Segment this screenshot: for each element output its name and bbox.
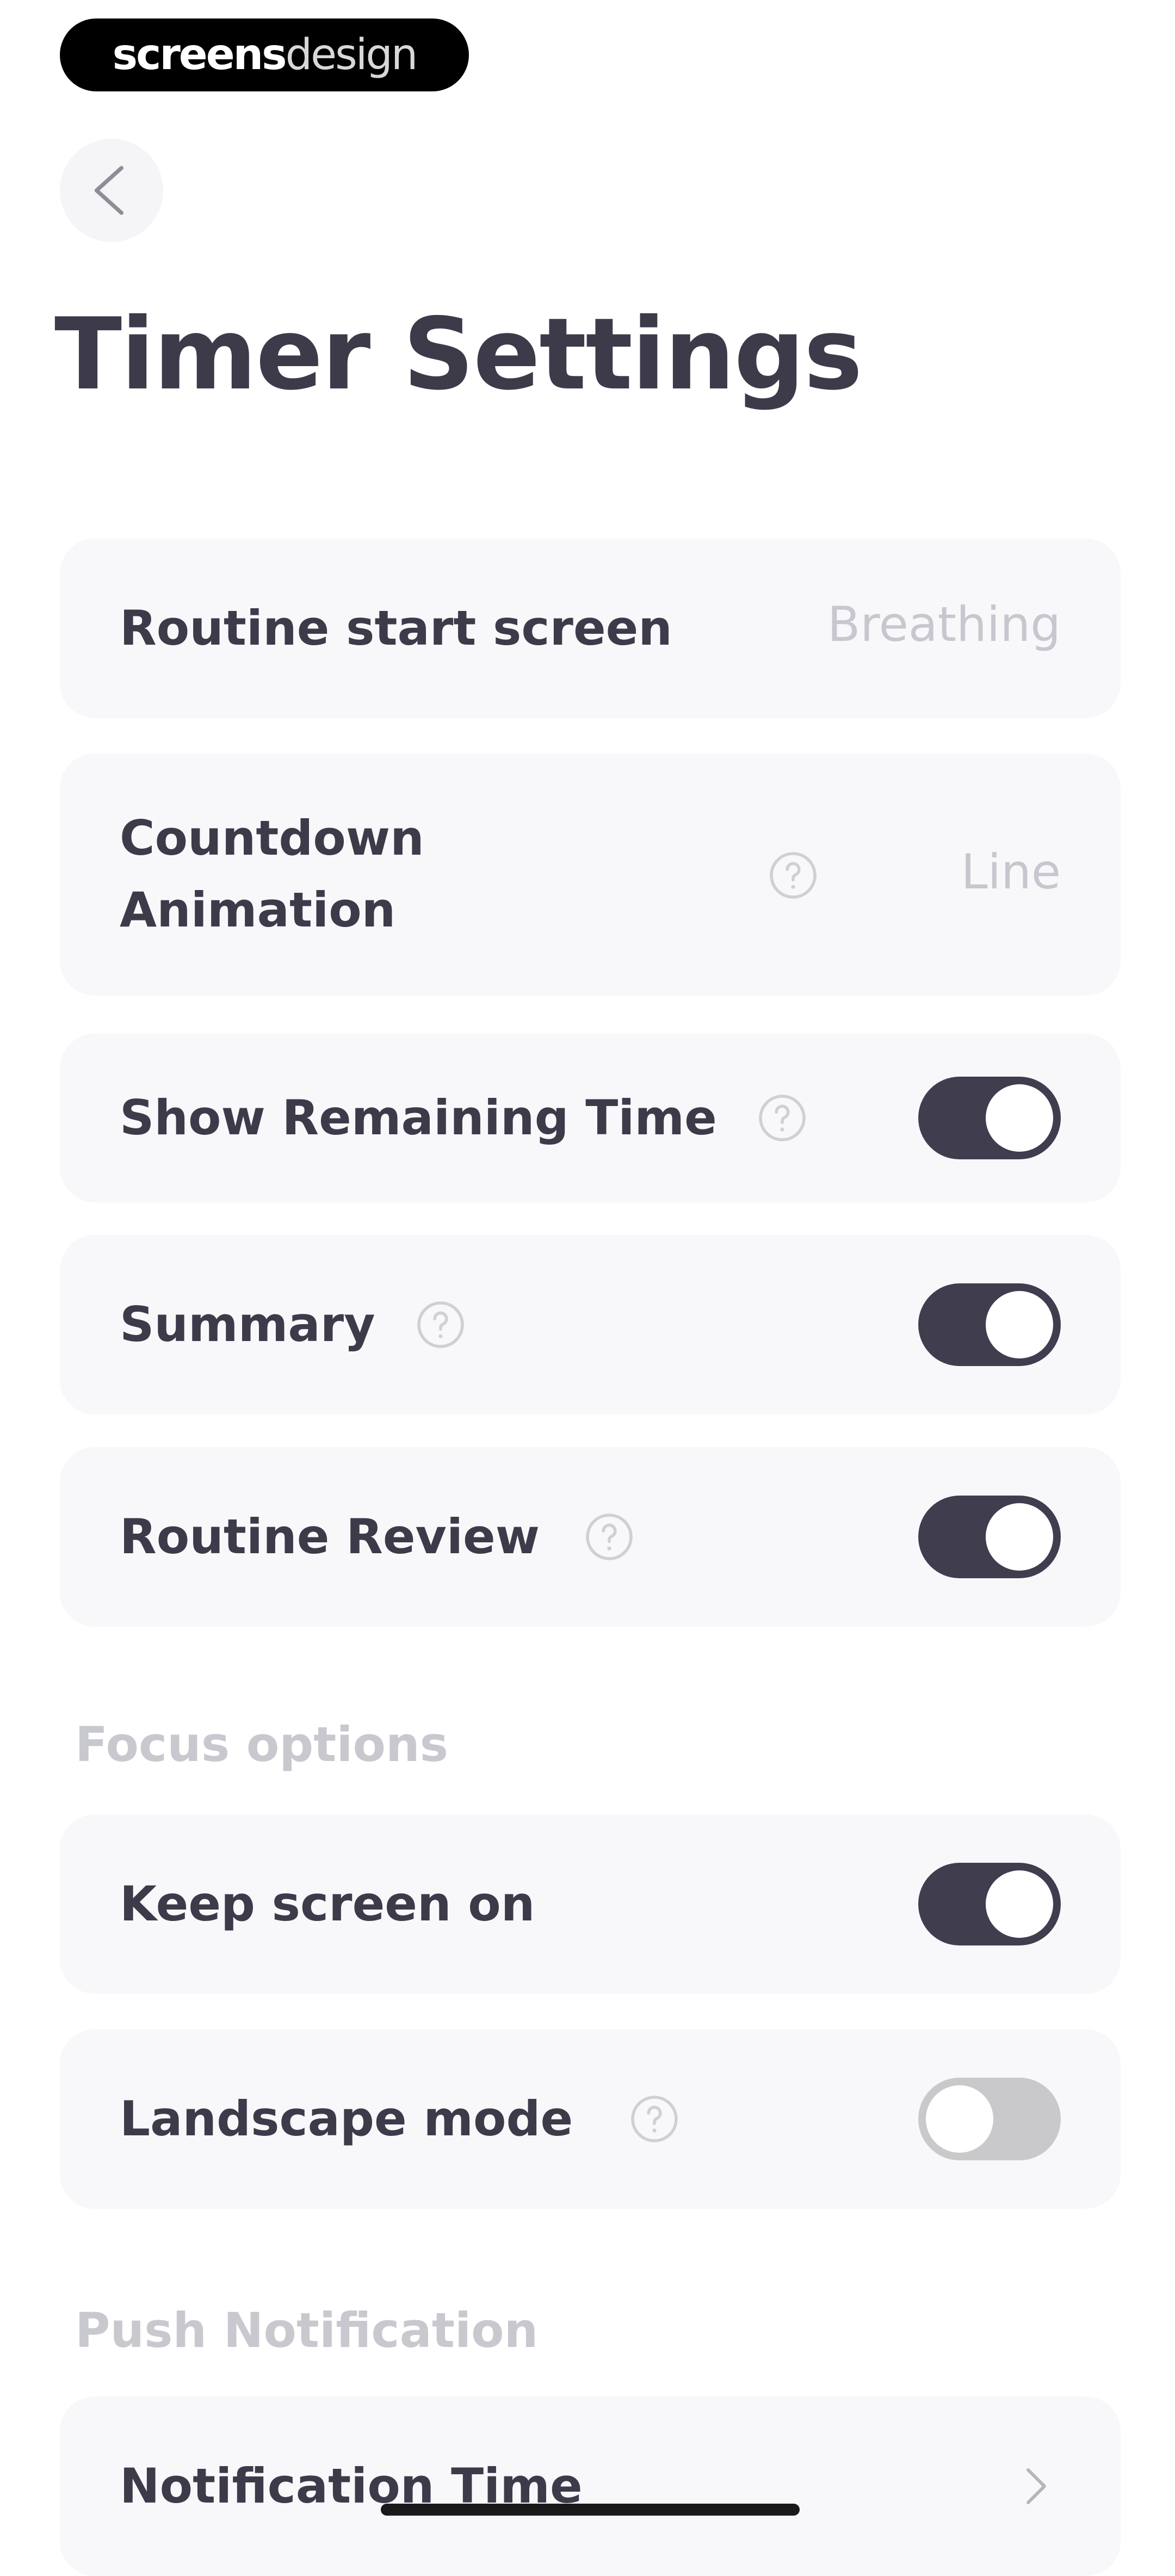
routine-review-label: Routine Review (120, 1509, 540, 1565)
summary-label: Summary (120, 1296, 375, 1352)
toggle-knob (986, 1503, 1053, 1571)
toggle-knob (986, 1870, 1053, 1938)
routine-start-screen-label: Routine start screen (120, 600, 672, 656)
toggle-knob (926, 2085, 993, 2153)
help-icon[interactable] (583, 1511, 635, 1563)
countdown-animation-value: Line (961, 844, 1061, 900)
page-title: Timer Settings (54, 296, 863, 412)
chevron-right-icon (1012, 2462, 1061, 2511)
routine-start-screen-value: Breathing (827, 596, 1061, 652)
show-remaining-time-row: Show Remaining Time (60, 1034, 1121, 1202)
keep-screen-on-row: Keep screen on (60, 1814, 1121, 1994)
landscape-mode-row: Landscape mode (60, 2029, 1121, 2209)
screensdesign-watermark: screens design (60, 18, 469, 91)
chevron-left-icon (94, 166, 123, 215)
show-remaining-time-toggle[interactable] (918, 1077, 1061, 1159)
landscape-mode-toggle[interactable] (918, 2078, 1061, 2160)
watermark-text-light: design (285, 30, 418, 79)
summary-toggle[interactable] (918, 1283, 1061, 1366)
countdown-animation-row[interactable]: Countdown Animation Line (60, 753, 1121, 996)
routine-review-toggle[interactable] (918, 1496, 1061, 1578)
summary-row: Summary (60, 1235, 1121, 1414)
keep-screen-on-toggle[interactable] (918, 1863, 1061, 1945)
help-icon[interactable] (767, 849, 819, 901)
home-indicator (381, 2504, 800, 2516)
keep-screen-on-label: Keep screen on (120, 1876, 535, 1932)
landscape-mode-label: Landscape mode (120, 2091, 573, 2147)
section-header-focus-options: Focus options (75, 1716, 448, 1772)
watermark-text-bold: screens (112, 30, 287, 79)
help-icon[interactable] (415, 1299, 467, 1351)
show-remaining-time-label: Show Remaining Time (120, 1090, 717, 1146)
help-icon[interactable] (756, 1092, 808, 1144)
section-header-push-notification: Push Notification (75, 2302, 539, 2358)
toggle-knob (986, 1084, 1053, 1152)
toggle-knob (986, 1291, 1053, 1358)
countdown-animation-label: Countdown Animation (120, 810, 424, 938)
back-button[interactable] (60, 139, 163, 242)
routine-start-screen-row[interactable]: Routine start screen Breathing (60, 539, 1121, 718)
help-icon[interactable] (628, 2093, 681, 2145)
notification-time-row[interactable]: Notification Time (60, 2396, 1121, 2576)
routine-review-row: Routine Review (60, 1447, 1121, 1627)
